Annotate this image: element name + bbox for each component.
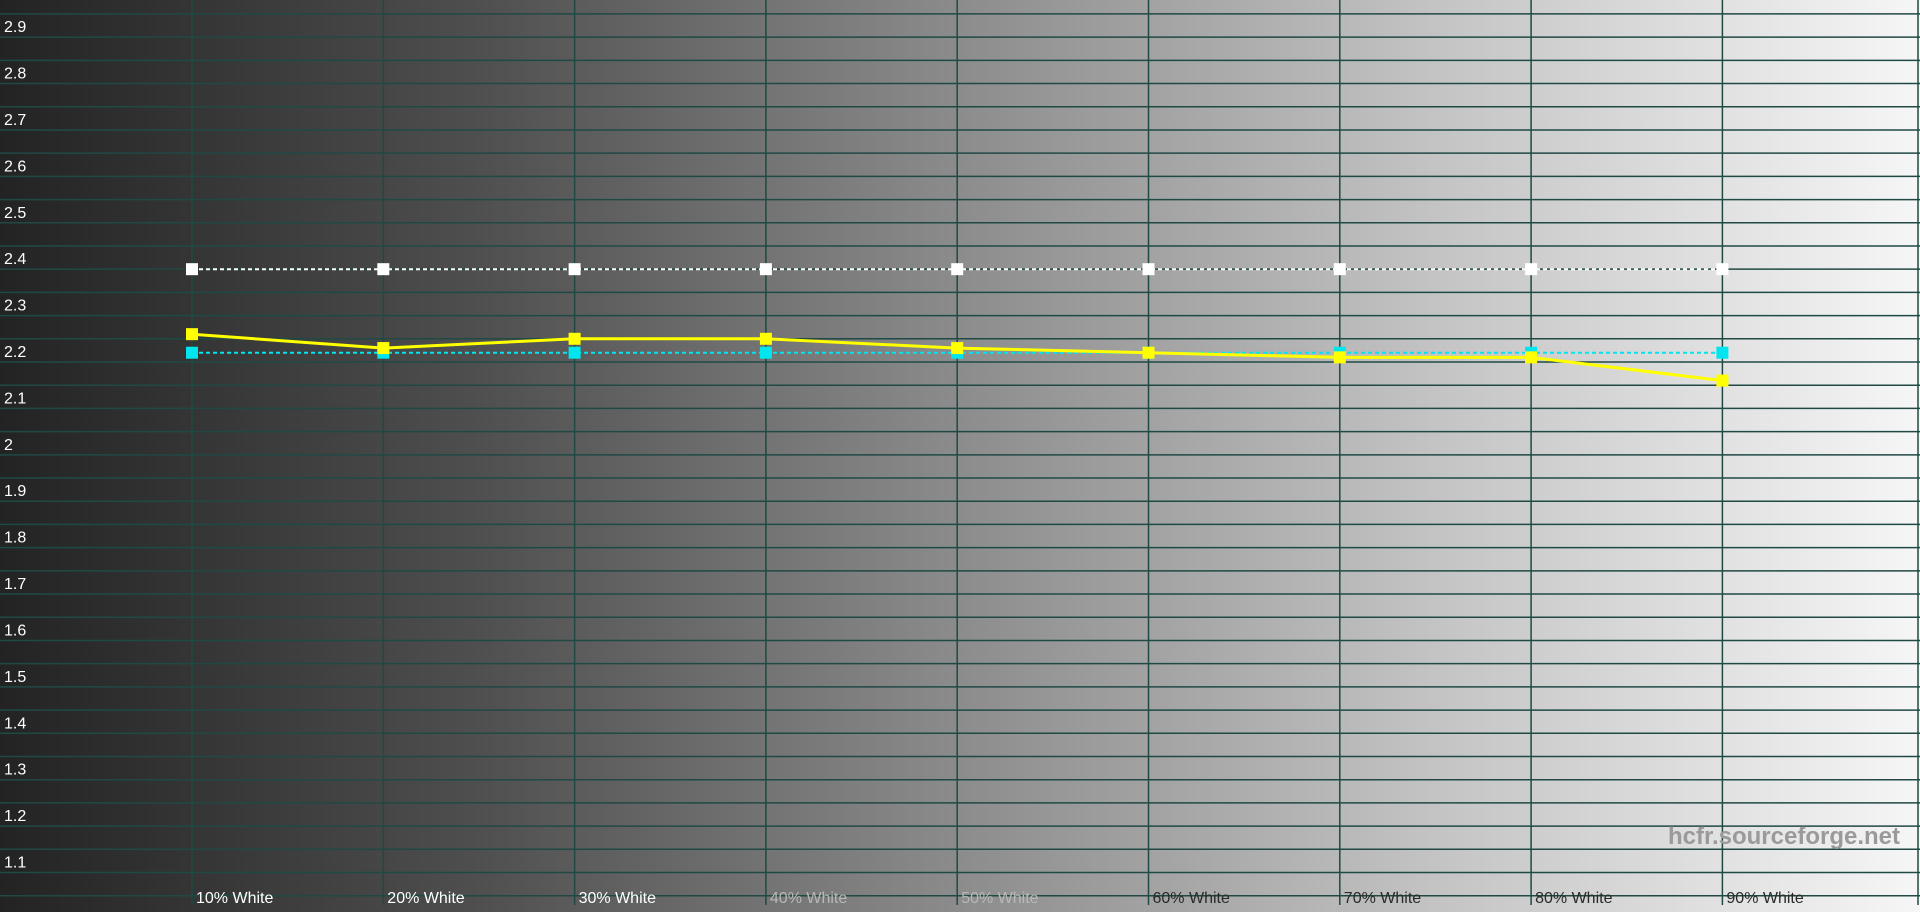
y-tick-label: 1.5 bbox=[4, 669, 26, 686]
y-tick-label: 1.3 bbox=[4, 762, 26, 779]
watermark: hcfr.sourceforge.net bbox=[1668, 823, 1900, 850]
gamma-chart: 1.1 1.2 1.3 1.4 1.5 1.6 1.7 1.8 1.9 2 2.1 2.2 2.3 2.4… bbox=[0, 0, 1920, 912]
y-tick-label: 1.4 bbox=[4, 715, 26, 732]
data-point bbox=[759, 263, 772, 276]
data-point bbox=[1333, 351, 1346, 364]
y-tick-label: 2 bbox=[4, 437, 13, 454]
x-tick-label: 90% White bbox=[1726, 890, 1803, 907]
x-tick-label: 60% White bbox=[1153, 890, 1230, 907]
y-tick-label: 2.6 bbox=[4, 158, 26, 175]
x-tick-label: 30% White bbox=[579, 890, 656, 907]
plot-background bbox=[0, 0, 1920, 912]
data-point bbox=[568, 263, 581, 276]
data-point bbox=[1716, 374, 1729, 387]
x-axis-labels: 10% White 20% White 30% White 40% White 50% … bbox=[196, 890, 1804, 907]
y-tick-label: 2.1 bbox=[4, 390, 26, 407]
data-point bbox=[951, 342, 964, 355]
y-tick-label: 2.5 bbox=[4, 205, 26, 222]
data-point bbox=[759, 332, 772, 345]
y-tick-label: 1.2 bbox=[4, 808, 26, 825]
x-tick-label: 20% White bbox=[387, 890, 464, 907]
data-point bbox=[759, 346, 772, 359]
y-tick-label: 1.6 bbox=[4, 622, 26, 639]
data-point bbox=[951, 263, 964, 276]
data-point bbox=[377, 263, 390, 276]
y-tick-label: 1.7 bbox=[4, 576, 26, 593]
data-point bbox=[568, 346, 581, 359]
data-point bbox=[1716, 346, 1729, 359]
y-tick-label: 1.1 bbox=[4, 855, 26, 872]
data-point bbox=[568, 332, 581, 345]
y-tick-label: 2.2 bbox=[4, 344, 26, 361]
x-tick-label: 80% White bbox=[1535, 890, 1612, 907]
x-tick-label: 10% White bbox=[196, 890, 273, 907]
y-tick-label: 2.7 bbox=[4, 112, 26, 129]
y-tick-label: 1.8 bbox=[4, 530, 26, 547]
y-tick-label: 1.9 bbox=[4, 483, 26, 500]
data-point bbox=[1525, 263, 1538, 276]
y-tick-label: 2.9 bbox=[4, 19, 26, 36]
chart-svg: 1.1 1.2 1.3 1.4 1.5 1.6 1.7 1.8 1.9 2 2.1 2.2 2.3 2.4… bbox=[0, 0, 1920, 912]
data-point bbox=[186, 328, 198, 341]
data-point bbox=[186, 263, 198, 276]
x-tick-label: 50% White bbox=[961, 890, 1038, 907]
data-point bbox=[1525, 351, 1538, 364]
x-tick-label: 40% White bbox=[770, 890, 847, 907]
data-point bbox=[1716, 263, 1729, 276]
data-point bbox=[1142, 263, 1155, 276]
data-point bbox=[1333, 263, 1346, 276]
y-tick-label: 2.3 bbox=[4, 298, 26, 315]
data-point bbox=[1142, 346, 1155, 359]
x-tick-label: 70% White bbox=[1344, 890, 1421, 907]
y-tick-label: 2.8 bbox=[4, 66, 26, 83]
data-point bbox=[186, 346, 198, 359]
data-point bbox=[377, 342, 390, 355]
y-tick-label: 2.4 bbox=[4, 251, 26, 268]
